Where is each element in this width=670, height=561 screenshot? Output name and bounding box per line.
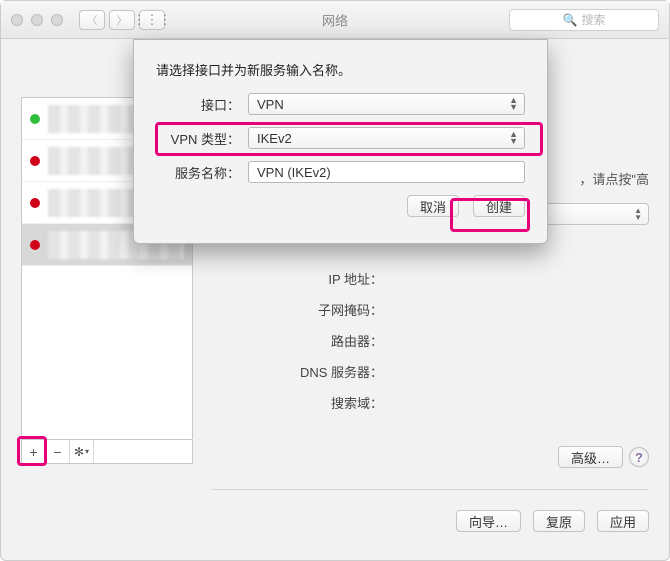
advanced-button[interactable]: 高级… bbox=[558, 446, 623, 468]
field-router: 路由器： bbox=[211, 331, 649, 350]
minimize-window-button[interactable] bbox=[31, 14, 43, 26]
preferences-window: 〈 〉 ⋮⋮⋮ 网络 🔍 搜索 bbox=[0, 0, 670, 561]
servicename-label: 服务名称： bbox=[156, 163, 248, 182]
sheet-buttons: 取消 创建 bbox=[156, 195, 525, 217]
cancel-button[interactable]: 取消 bbox=[407, 195, 459, 217]
remove-service-button[interactable]: − bbox=[46, 440, 70, 463]
create-button[interactable]: 创建 bbox=[473, 195, 525, 217]
titlebar: 〈 〉 ⋮⋮⋮ 网络 🔍 搜索 bbox=[1, 1, 669, 39]
servicename-input[interactable]: VPN (IKEv2) bbox=[248, 161, 525, 183]
router-label: 路由器： bbox=[211, 331, 391, 350]
hint-text: ，请点按"高 bbox=[579, 169, 649, 188]
advanced-row: 高级… ? bbox=[558, 446, 649, 468]
field-ip: IP 地址： bbox=[211, 269, 649, 288]
chevron-right-icon: 〉 bbox=[117, 12, 128, 28]
chevron-down-icon: ▾ bbox=[85, 447, 89, 456]
servicename-row: 服务名称： VPN (IKEv2) bbox=[156, 161, 525, 183]
close-window-button[interactable] bbox=[11, 14, 23, 26]
zoom-window-button[interactable] bbox=[51, 14, 63, 26]
minus-icon: − bbox=[53, 444, 61, 460]
field-dns: DNS 服务器： bbox=[211, 362, 649, 381]
search-icon: 🔍 bbox=[563, 13, 578, 27]
vpntype-row: VPN 类型： IKEv2 ▲▼ bbox=[156, 127, 525, 149]
subnet-label: 子网掩码： bbox=[211, 300, 391, 319]
revert-button[interactable]: 复原 bbox=[533, 510, 585, 532]
status-select[interactable]: ▲▼ bbox=[539, 203, 649, 225]
apply-button[interactable]: 应用 bbox=[597, 510, 649, 532]
status-dot-connected-icon bbox=[30, 114, 40, 124]
grid-icon: ⋮⋮⋮ bbox=[133, 12, 172, 28]
interface-value: VPN bbox=[257, 97, 284, 112]
vpntype-label: VPN 类型： bbox=[156, 129, 248, 148]
status-dot-disconnected-icon bbox=[30, 240, 40, 250]
nav-buttons: 〈 〉 bbox=[79, 10, 135, 30]
searchdom-label: 搜索域： bbox=[211, 393, 391, 412]
chevron-updown-icon: ▲▼ bbox=[509, 97, 518, 111]
list-toolbar: + − ✻▾ bbox=[21, 440, 193, 464]
dns-label: DNS 服务器： bbox=[211, 362, 391, 381]
servicename-value: VPN (IKEv2) bbox=[257, 165, 331, 180]
add-service-button[interactable]: + bbox=[22, 440, 46, 463]
interface-select[interactable]: VPN ▲▼ bbox=[248, 93, 525, 115]
window-title: 网络 bbox=[322, 10, 348, 29]
forward-button[interactable]: 〉 bbox=[109, 10, 135, 30]
ip-label: IP 地址： bbox=[211, 269, 391, 288]
question-icon: ? bbox=[635, 450, 643, 465]
window-controls bbox=[11, 14, 63, 26]
vpntype-value: IKEv2 bbox=[257, 131, 292, 146]
divider bbox=[211, 489, 649, 490]
help-button[interactable]: ? bbox=[629, 447, 649, 467]
assist-button[interactable]: 向导… bbox=[456, 510, 521, 532]
back-button[interactable]: 〈 bbox=[79, 10, 105, 30]
interface-row: 接口： VPN ▲▼ bbox=[156, 93, 525, 115]
gear-icon: ✻ bbox=[74, 445, 84, 459]
field-searchdom: 搜索域： bbox=[211, 393, 649, 412]
vpntype-select[interactable]: IKEv2 ▲▼ bbox=[248, 127, 525, 149]
search-placeholder: 搜索 bbox=[581, 11, 605, 28]
search-input[interactable]: 🔍 搜索 bbox=[509, 9, 659, 31]
show-all-button[interactable]: ⋮⋮⋮ bbox=[139, 10, 165, 30]
plus-icon: + bbox=[29, 444, 37, 460]
details-fields: IP 地址： 子网掩码： 路由器： DNS 服务器： 搜索域： bbox=[211, 269, 649, 424]
service-actions-button[interactable]: ✻▾ bbox=[70, 440, 94, 463]
title-text: 网络 bbox=[322, 10, 348, 29]
chevron-left-icon: 〈 bbox=[87, 12, 98, 28]
chevron-updown-icon: ▲▼ bbox=[509, 131, 518, 145]
sheet-message: 请选择接口并为新服务输入名称。 bbox=[156, 60, 525, 79]
chevron-updown-icon: ▲▼ bbox=[634, 207, 642, 221]
bottom-buttons: 向导… 复原 应用 bbox=[456, 510, 649, 532]
status-dot-disconnected-icon bbox=[30, 198, 40, 208]
status-dot-disconnected-icon bbox=[30, 156, 40, 166]
interface-label: 接口： bbox=[156, 95, 248, 114]
new-service-sheet: 请选择接口并为新服务输入名称。 接口： VPN ▲▼ VPN 类型： IKEv2… bbox=[133, 39, 548, 244]
field-subnet: 子网掩码： bbox=[211, 300, 649, 319]
